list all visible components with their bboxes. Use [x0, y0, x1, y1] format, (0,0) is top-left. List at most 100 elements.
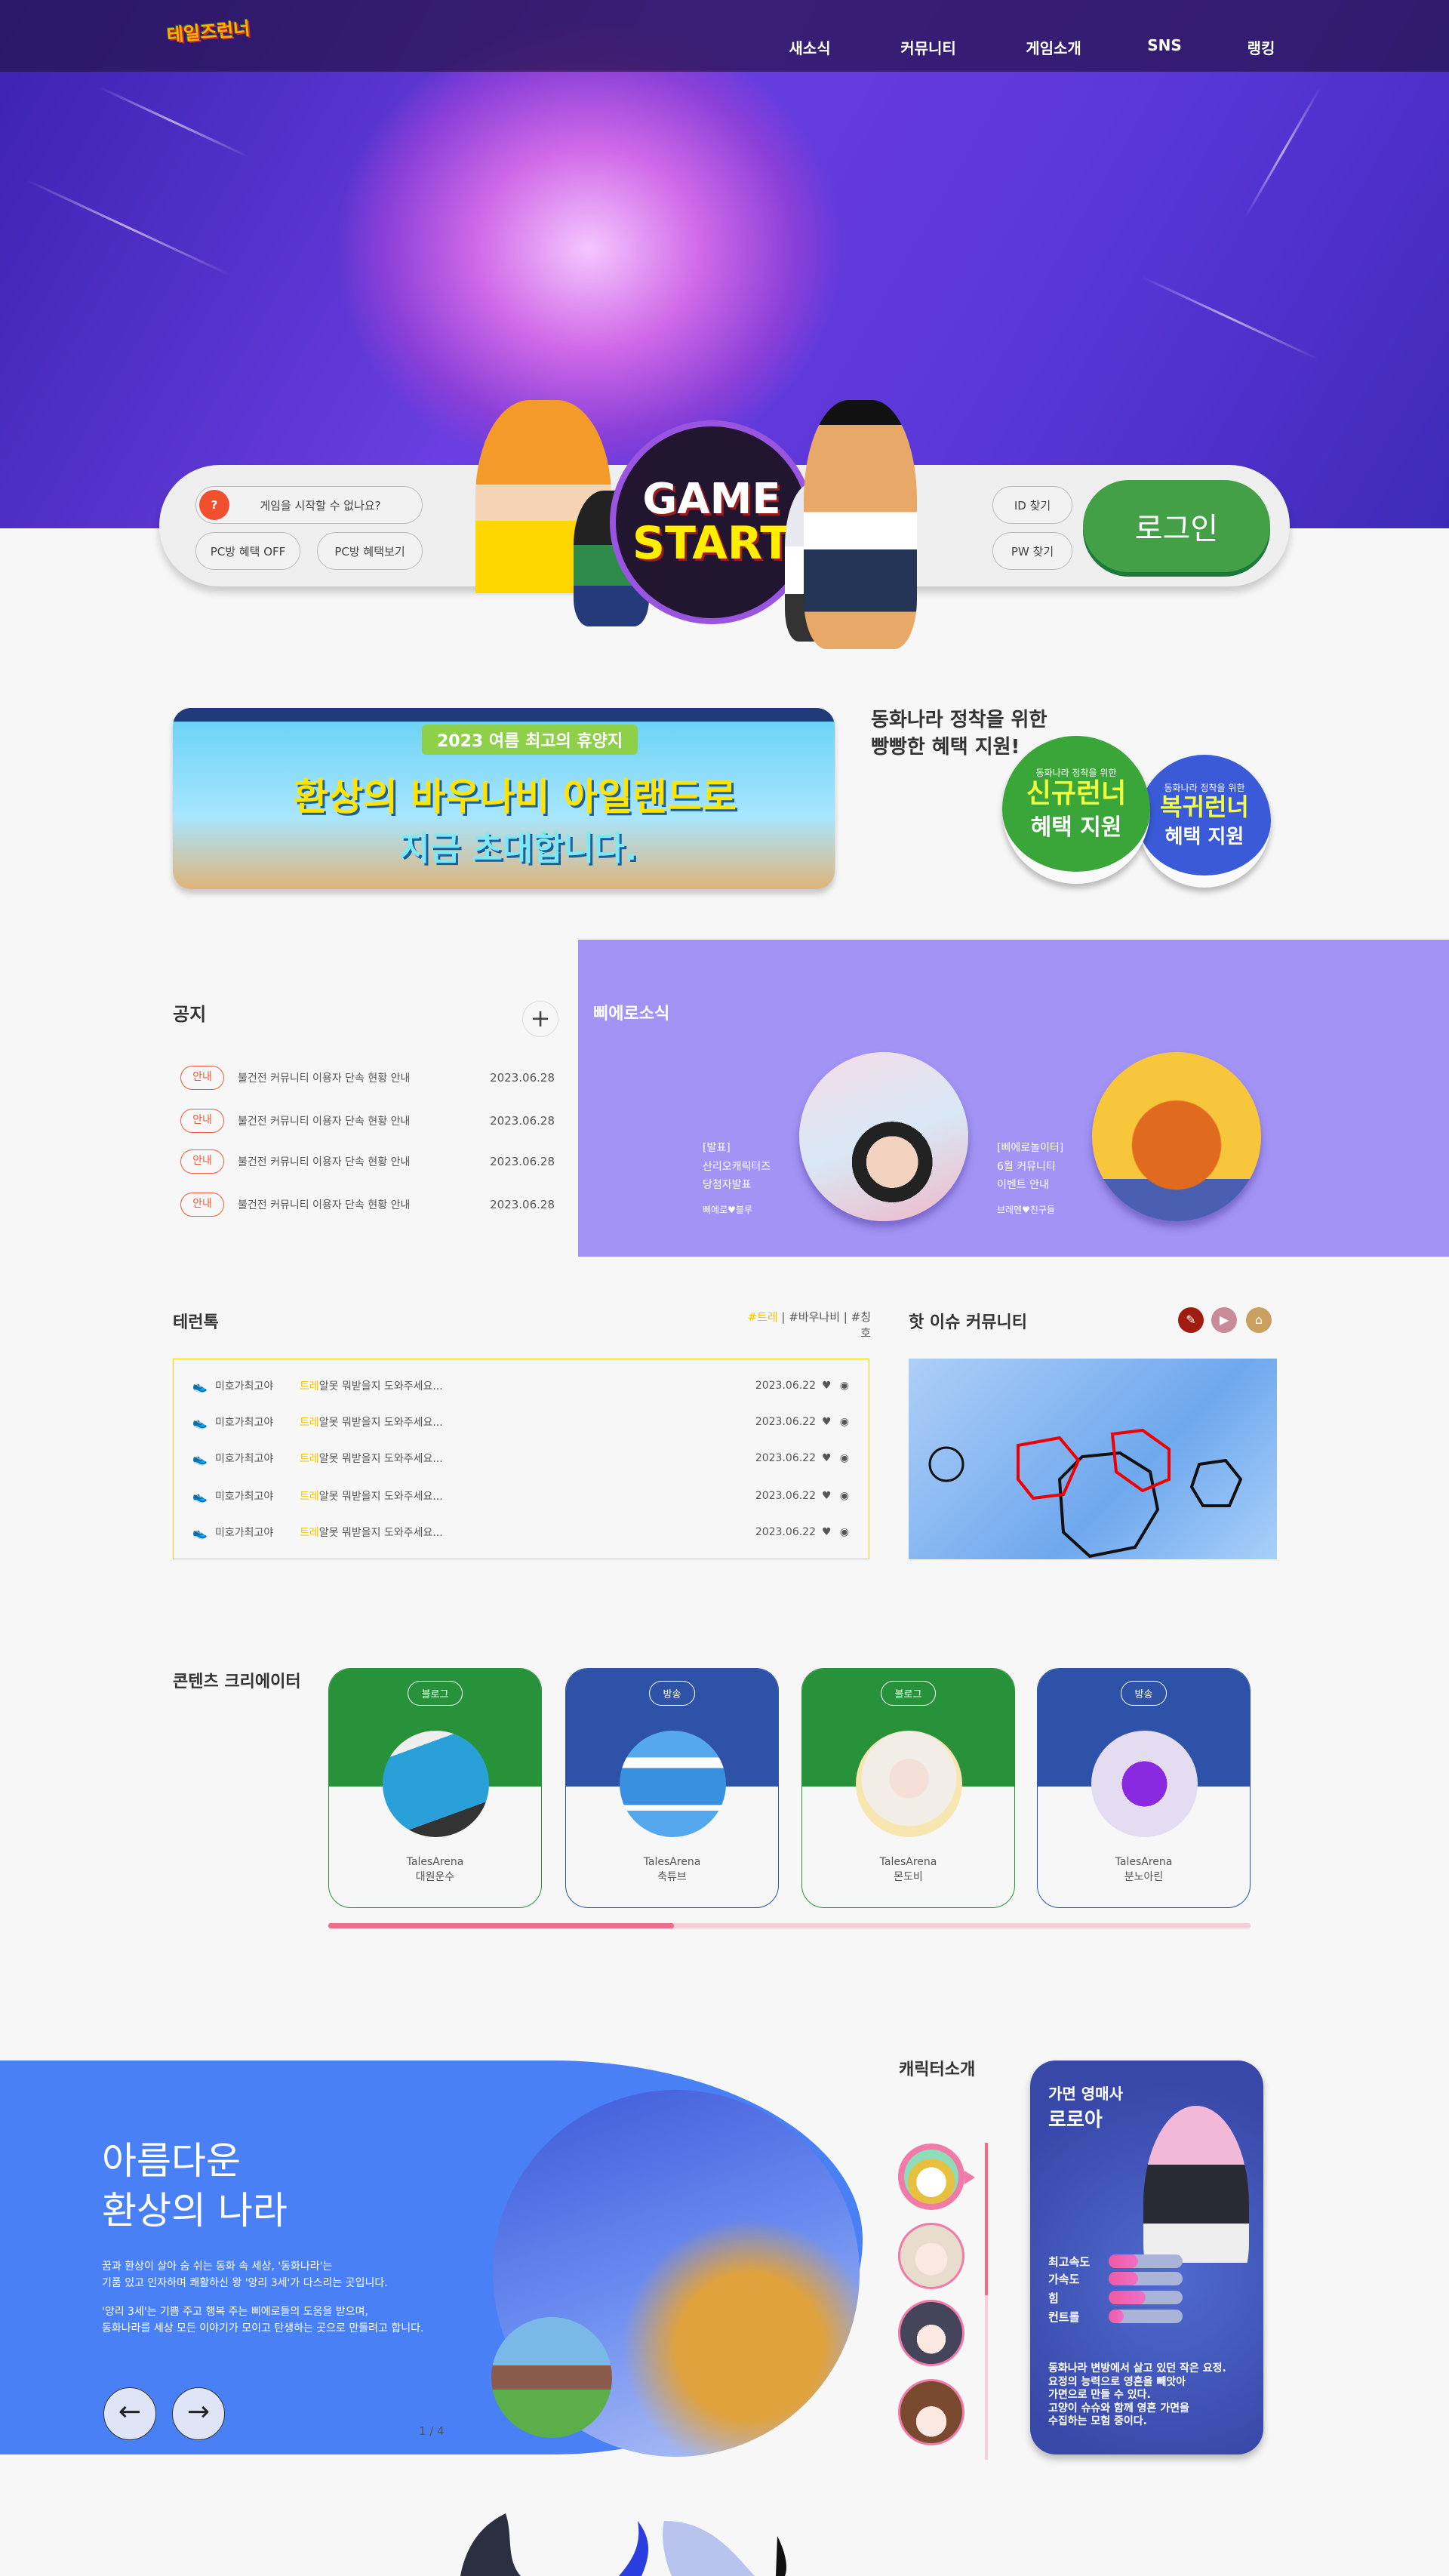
description-line: 동화나라 변방에서 살고 있던 작은 요정.: [1048, 2362, 1226, 2374]
palette-icon[interactable]: ✎: [1178, 1307, 1204, 1333]
notice-more-button[interactable]: +: [522, 1001, 558, 1037]
creator-type-badge: 블로그: [407, 1681, 463, 1706]
creator-name: 분노아린: [1124, 1871, 1164, 1883]
character-job: 가면 영매사: [1048, 2085, 1123, 2103]
creator-avatar: [620, 1731, 726, 1837]
pc-benefit-off-button[interactable]: PC방 혜택 OFF: [195, 532, 300, 570]
new-runner-benefit[interactable]: 동화나라 정착을 위한 신규런너 혜택 지원: [1002, 736, 1150, 884]
tag-baunabi[interactable]: #바우나비: [789, 1310, 840, 1324]
pc-benefit-view-button[interactable]: PC방 혜택보기: [317, 532, 423, 570]
characters-scrollbar[interactable]: [985, 2143, 988, 2460]
creator-name: 대원운수: [415, 1871, 455, 1883]
talk-row[interactable]: 👟 미호가최고야 트레 알못 뭐받을지 도와주세요... 2023.06.22 ♥ ◉: [192, 1413, 849, 1431]
nav-community[interactable]: 커뮤니티: [900, 36, 956, 58]
talk-row[interactable]: 👟 미호가최고야 트레 알못 뭐받을지 도와주세요... 2023.06.22 ♥ ◉: [192, 1523, 849, 1541]
talk-nickname: 미호가최고야: [215, 1380, 274, 1393]
nav-game-info[interactable]: 게임소개: [1026, 36, 1081, 58]
find-id-button[interactable]: ID 찾기: [992, 486, 1072, 524]
talk-meta: ♥ ◉: [822, 1526, 849, 1538]
world-paragraph-1: 꿈과 환상이 살아 숨 쉬는 동화 속 세상, '동화나라'는 기품 있고 인자…: [102, 2258, 388, 2291]
home-icon[interactable]: ⌂: [1246, 1307, 1272, 1333]
notice-title: 공지: [173, 1004, 207, 1025]
benefit-headline: 동화나라 정착을 위한 빵빵한 혜택 지원!: [871, 706, 1047, 761]
creator-card[interactable]: 방송 TalesArena 분노아린: [1037, 1668, 1251, 1908]
help-icon: ?: [199, 490, 229, 520]
heart-icon: ♥: [822, 1452, 832, 1464]
character-avatar[interactable]: [898, 2379, 964, 2445]
view-icon: ◉: [839, 1380, 849, 1392]
character-stat: 힘: [1048, 2290, 1244, 2305]
talk-row[interactable]: 👟 미호가최고야 트레 알못 뭐받을지 도와주세요... 2023.06.22 ♥ ◉: [192, 1487, 849, 1505]
creator-card[interactable]: 블로그 TalesArena 몬도비: [801, 1668, 1015, 1908]
slide-next-button[interactable]: →: [172, 2387, 225, 2440]
creators-scroll-thumb[interactable]: [328, 1923, 675, 1928]
talk-meta: ♥ ◉: [822, 1416, 849, 1428]
world-text-line: 기품 있고 인자하며 쾌활하신 왕 '앙리 3세'가 다스리는 곳입니다.: [102, 2277, 388, 2289]
character-stat: 컨트롤: [1048, 2309, 1244, 2324]
talk-tag-filter: #트레 | #바우나비 | #칭호: [747, 1310, 871, 1340]
talk-date: 2023.06.22: [755, 1380, 816, 1392]
talk-highlight: 트레: [300, 1380, 319, 1393]
slide-pager: 1 / 4: [419, 2424, 445, 2438]
notice-text: 불건전 커뮤니티 이용자 단속 현황 안내: [238, 1073, 411, 1085]
talk-row[interactable]: 👟 미호가최고야 트레 알못 뭐받을지 도와주세요... 2023.06.22 ♥ ◉: [192, 1377, 849, 1395]
notice-row[interactable]: 안내 불건전 커뮤니티 이용자 단속 현황 안내 2023.06.28: [180, 1193, 555, 1217]
pierro-news-image-event[interactable]: [1092, 1052, 1261, 1221]
pierro-news-image-sanrio[interactable]: [799, 1052, 968, 1221]
nav-news[interactable]: 새소식: [789, 36, 830, 58]
tag-tre[interactable]: #트레: [747, 1310, 777, 1324]
creator-card[interactable]: 방송 TalesArena 축튜브: [565, 1668, 779, 1908]
creator-type-badge: 블로그: [880, 1681, 937, 1706]
creator-card[interactable]: 블로그 TalesArena 대원운수: [328, 1668, 542, 1908]
tag-title[interactable]: #칭호: [851, 1310, 871, 1340]
character-avatar[interactable]: [898, 2300, 964, 2366]
character-stat: 최고속도: [1048, 2254, 1244, 2269]
slide-prev-button[interactable]: ←: [103, 2387, 156, 2440]
characters-scroll-thumb[interactable]: [985, 2143, 988, 2295]
view-icon: ◉: [839, 1526, 849, 1538]
pierro-news-item[interactable]: [삐에로놀이터] 6월 커뮤니티 이벤트 안내 브레멘♥친구들: [997, 1139, 1063, 1219]
pierro-tag: [삐에로놀이터]: [997, 1142, 1064, 1154]
notice-row[interactable]: 안내 불건전 커뮤니티 이용자 단속 현황 안내 2023.06.28: [180, 1150, 555, 1174]
nav-sns[interactable]: SNS: [1147, 36, 1182, 54]
nav-ranking[interactable]: 랭킹: [1247, 36, 1275, 58]
stat-bar-fill: [1109, 2291, 1146, 2304]
game-start-button[interactable]: GAME START: [610, 420, 814, 624]
talk-title: 테런톡: [173, 1313, 219, 1332]
login-button[interactable]: 로그인: [1083, 480, 1270, 572]
logo[interactable]: 테일즈런너: [166, 13, 260, 66]
notice-row[interactable]: 안내 불건전 커뮤니티 이용자 단속 현황 안내 2023.06.28: [180, 1109, 555, 1133]
creators-title: 콘텐츠 크리에이터: [173, 1673, 301, 1691]
world-title-line1: 아름다운: [102, 2139, 241, 2183]
creators-scrollbar[interactable]: [328, 1923, 1251, 1928]
heart-icon: ♥: [822, 1490, 832, 1502]
description-line: 고양이 슈슈와 함께 영혼 가면을: [1048, 2402, 1189, 2414]
talk-nickname: 미호가최고야: [215, 1453, 274, 1465]
creator-avatar: [856, 1731, 962, 1837]
event-banner[interactable]: 2023 여름 최고의 휴양지 환상의 바우나비 아일랜드로 지금 초대합니다.: [173, 708, 835, 889]
notice-row[interactable]: 안내 불건전 커뮤니티 이용자 단속 현황 안내 2023.06.28: [180, 1066, 555, 1090]
notice-badge: 안내: [180, 1109, 224, 1133]
benefit-card-top: 동화나라 정착을 위한: [1035, 767, 1117, 778]
view-icon: ◉: [839, 1490, 849, 1502]
stat-label: 가속도: [1048, 2272, 1080, 2286]
returning-runner-benefit[interactable]: 동화나라 정착을 위한 복귀런너 혜택 지원: [1138, 755, 1271, 888]
stat-bar-fill: [1109, 2254, 1139, 2268]
hot-issue-image[interactable]: [909, 1359, 1277, 1559]
play-icon[interactable]: ▶: [1211, 1307, 1237, 1333]
cant-start-help-button[interactable]: ? 게임을 시작할 수 없나요?: [195, 486, 423, 524]
find-pw-button[interactable]: PW 찾기: [992, 532, 1072, 570]
talk-highlight: 트레: [300, 1491, 319, 1503]
benefit-card-sub: 혜택 지원: [1030, 814, 1122, 842]
character-avatar[interactable]: [898, 2223, 964, 2289]
view-icon: ◉: [839, 1452, 849, 1464]
view-icon: ◉: [839, 1416, 849, 1428]
hot-issue-title: 핫 이슈 커뮤니티: [909, 1313, 1027, 1332]
notice-text: 불건전 커뮤니티 이용자 단속 현황 안내: [238, 1156, 411, 1168]
character-avatar-roroa[interactable]: [898, 2144, 964, 2210]
notice-date: 2023.06.28: [490, 1114, 555, 1128]
talk-row[interactable]: 👟 미호가최고야 트레 알못 뭐받을지 도와주세요... 2023.06.22 ♥ ◉: [192, 1449, 849, 1467]
pierro-line: 산리오캐릭터즈: [703, 1160, 771, 1173]
pierro-news-item[interactable]: [발표] 산리오캐릭터즈 당첨자발표 삐에로♥블루: [703, 1139, 771, 1219]
find-id-label: ID 찾기: [1014, 498, 1051, 512]
